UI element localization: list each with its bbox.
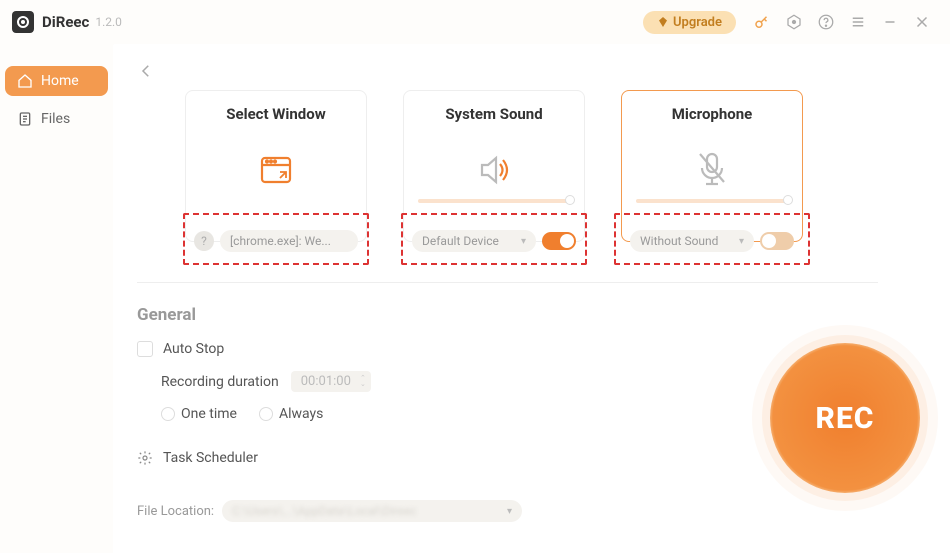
home-icon: [17, 73, 33, 89]
sidebar-files-label: Files: [41, 111, 70, 127]
record-button[interactable]: REC: [770, 343, 920, 493]
main-panel: Select Window ? [chrome.exe]: We...: [113, 44, 950, 553]
duration-input[interactable]: 00:01:00: [291, 371, 371, 392]
window-value: [chrome.exe]: We...: [230, 234, 331, 248]
window-select-dropdown[interactable]: [chrome.exe]: We...: [220, 230, 358, 252]
always-label: Always: [279, 406, 323, 422]
general-heading: General: [137, 305, 926, 325]
record-settings-icon[interactable]: [780, 8, 808, 36]
close-icon[interactable]: [908, 8, 936, 36]
chevron-down-icon: ▾: [521, 236, 526, 247]
autostop-checkbox[interactable]: [137, 341, 153, 357]
mic-device-dropdown[interactable]: Without Sound ▾: [630, 230, 754, 252]
upgrade-label: Upgrade: [673, 15, 722, 30]
sidebar-item-home[interactable]: Home: [5, 66, 108, 96]
mic-volume-slider[interactable]: [636, 199, 788, 203]
menu-icon[interactable]: [844, 8, 872, 36]
always-option[interactable]: Always: [259, 406, 323, 422]
mic-value: Without Sound: [640, 234, 718, 248]
chevron-down-icon: ▾: [739, 236, 744, 247]
card-window-title: Select Window: [186, 105, 366, 123]
task-scheduler-label: Task Scheduler: [163, 450, 258, 466]
duration-value: 00:01:00: [301, 374, 351, 389]
upgrade-button[interactable]: Upgrade: [643, 11, 736, 34]
system-value: Default Device: [422, 234, 499, 248]
gear-icon: [137, 450, 153, 466]
window-icon: [186, 143, 366, 197]
card-microphone: Microphone Without Sound▾: [621, 90, 803, 242]
autostop-label: Auto Stop: [163, 341, 224, 357]
record-label: REC: [816, 401, 875, 436]
sidebar-home-label: Home: [41, 73, 79, 89]
key-icon[interactable]: [748, 8, 776, 36]
file-location-label: File Location:: [137, 504, 214, 519]
system-sound-toggle[interactable]: [542, 232, 576, 250]
file-location-value: C:\Users\...\AppData\Local\Direec: [232, 504, 416, 518]
window-help-icon[interactable]: ?: [194, 231, 214, 251]
duration-label: Recording duration: [161, 374, 279, 390]
card-select-window: Select Window ? [chrome.exe]: We...: [185, 90, 367, 242]
system-volume-slider[interactable]: [418, 199, 570, 203]
mic-off-icon: [622, 143, 802, 197]
onetime-radio[interactable]: [161, 407, 175, 421]
app-version: 1.2.0: [95, 15, 122, 29]
titlebar: DiReec 1.2.0 Upgrade: [0, 0, 950, 44]
minimize-icon[interactable]: [876, 8, 904, 36]
always-radio[interactable]: [259, 407, 273, 421]
card-mic-title: Microphone: [622, 105, 802, 123]
card-system-sound: System Sound Default Device▾: [403, 90, 585, 242]
chevron-down-icon: ▾: [507, 506, 512, 517]
back-button[interactable]: [137, 62, 155, 84]
sidebar: Home Files: [0, 44, 113, 553]
onetime-label: One time: [181, 406, 237, 422]
card-system-title: System Sound: [404, 105, 584, 123]
files-icon: [17, 111, 33, 127]
system-device-dropdown[interactable]: Default Device ▾: [412, 230, 536, 252]
diamond-icon: [657, 16, 669, 28]
onetime-option[interactable]: One time: [161, 406, 237, 422]
mic-toggle[interactable]: [760, 232, 794, 250]
app-name: DiReec: [42, 13, 89, 31]
app-logo: [12, 11, 34, 33]
sidebar-item-files[interactable]: Files: [5, 104, 108, 134]
speaker-icon: [404, 143, 584, 197]
help-icon[interactable]: [812, 8, 840, 36]
file-location-field[interactable]: C:\Users\...\AppData\Local\Direec ▾: [222, 500, 522, 522]
